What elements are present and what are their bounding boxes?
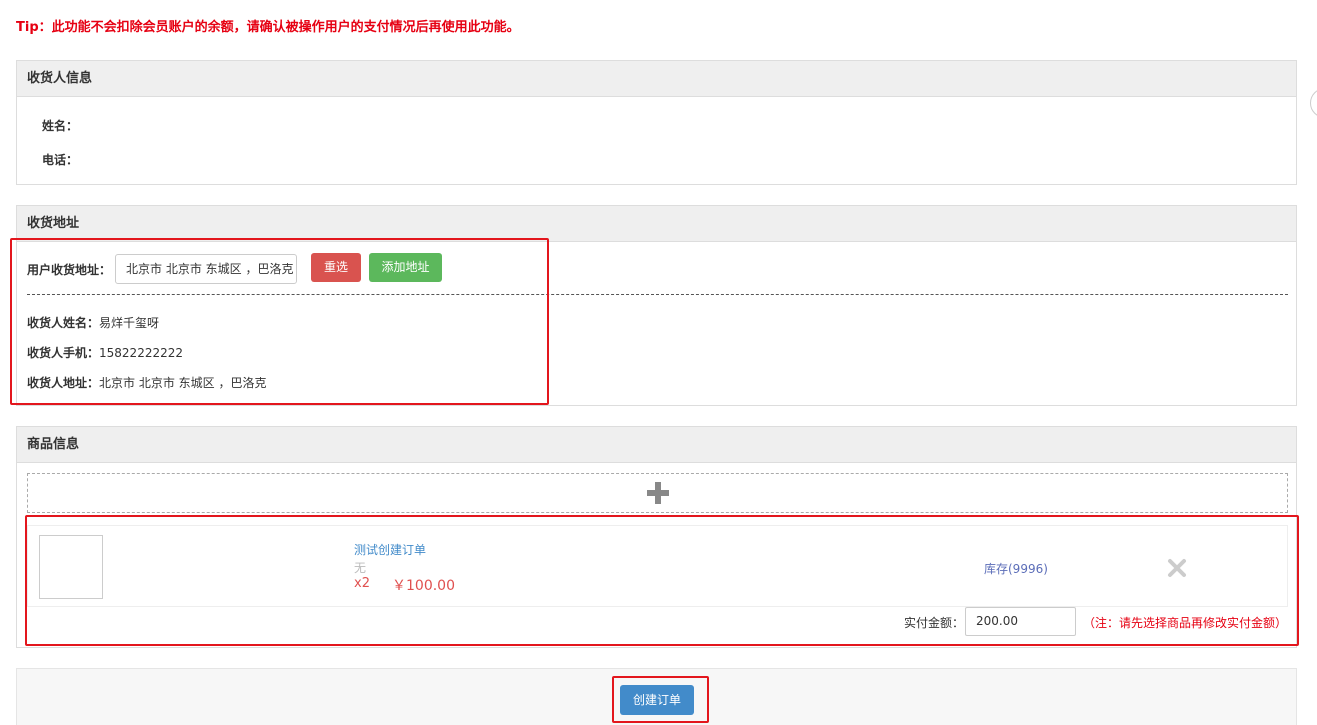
- add-goods-area[interactable]: [27, 473, 1288, 513]
- name-label: 姓名：: [42, 119, 79, 133]
- side-toggle[interactable]: [1310, 88, 1317, 118]
- goods-highlight-box: [25, 515, 1299, 646]
- plus-icon: [647, 482, 669, 504]
- address-highlight-box: [10, 238, 549, 405]
- receiver-info-panel: 收货人信息 姓名： 电话：: [16, 60, 1297, 185]
- receiver-info-title: 收货人信息: [17, 61, 1296, 97]
- goods-title: 商品信息: [17, 427, 1296, 463]
- submit-highlight-box: [612, 676, 709, 723]
- tip-text: Tip：此功能不会扣除会员账户的余额，请确认被操作用户的支付情况后再使用此功能。: [16, 20, 520, 35]
- address-title: 收货地址: [17, 206, 1296, 242]
- phone-label: 电话：: [42, 153, 79, 167]
